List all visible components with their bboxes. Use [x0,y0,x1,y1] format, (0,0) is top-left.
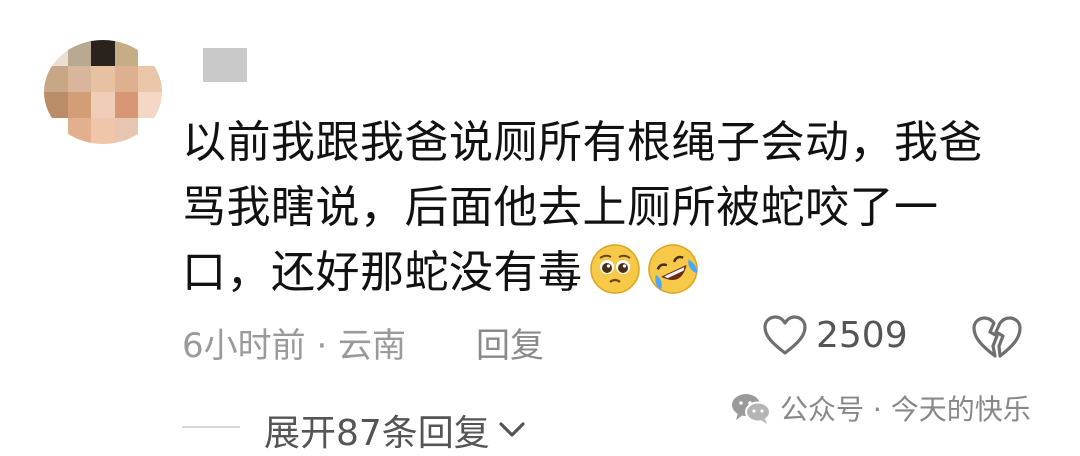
comment-text: 以前我跟我爸说厕所有根绳子会动，我爸骂我瞎说，后面他去上厕所被蛇咬了一口，还好那… [182,117,983,298]
replies-divider [182,426,240,428]
dislike-button[interactable] [970,314,1024,364]
username-placeholder[interactable] [203,48,247,82]
pleading-face-icon [589,244,640,294]
heart-outline-icon [763,315,807,355]
avatar[interactable] [44,40,162,144]
broken-heart-icon [972,316,1022,358]
like-count: 2509 [816,314,908,356]
expand-replies-button[interactable]: 展开87条回复 [264,404,528,456]
chevron-down-icon [499,422,525,437]
comment-body: 以前我跟我爸说厕所有根绳子会动，我爸骂我瞎说，后面他去上厕所被蛇咬了一口，还好那… [182,110,1022,305]
expand-replies-label: 展开87条回复 [264,413,490,454]
comment-meta: 6小时前 · 云南 [182,326,407,366]
like-button[interactable]: 2509 [762,314,908,356]
reply-button[interactable]: 回复 [476,318,544,367]
rolling-laughing-icon [647,244,698,294]
watermark: 公众号 · 今天的快乐 [730,388,1031,428]
wechat-icon [732,394,771,424]
watermark-text: 公众号 · 今天的快乐 [780,393,1031,426]
